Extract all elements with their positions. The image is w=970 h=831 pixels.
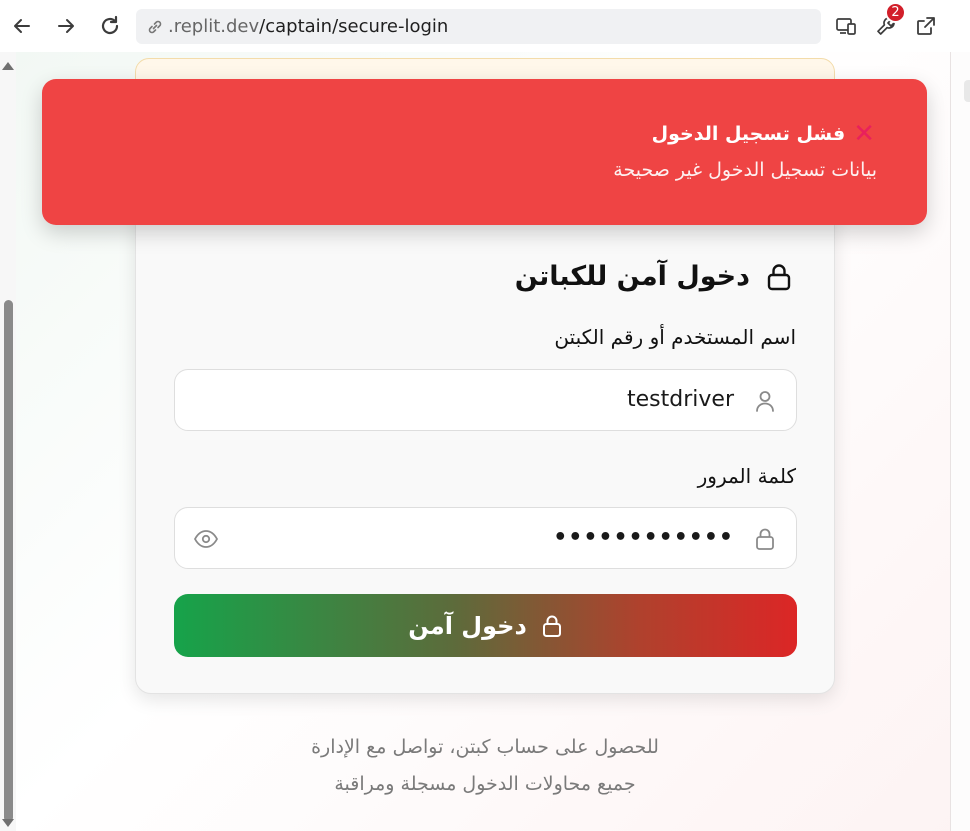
- eye-icon[interactable]: [193, 526, 219, 552]
- scroll-up-arrow-icon[interactable]: [2, 62, 14, 70]
- devices-icon: [836, 18, 856, 35]
- login-title: دخول آمن للكباتن: [515, 261, 794, 292]
- scroll-down-arrow-icon[interactable]: [2, 819, 14, 827]
- device-toolbar-button[interactable]: [830, 10, 862, 42]
- username-label: اسم المستخدم أو رقم الكبتن: [554, 325, 796, 349]
- side-panel-edge: [950, 52, 970, 831]
- extensions-button[interactable]: 2: [870, 2, 906, 42]
- arrow-right-icon: [58, 19, 74, 33]
- button-lock-icon: [542, 615, 561, 637]
- forward-button[interactable]: [50, 10, 82, 42]
- password-lock-icon: [752, 526, 778, 552]
- error-toast: ✕ فشل تسجيل الدخول بيانات تسجيل الدخول غ…: [42, 79, 927, 225]
- reload-button[interactable]: [94, 10, 126, 42]
- browser-toolbar: .replit.dev/captain/secure-login 2: [0, 0, 970, 52]
- reload-icon: [101, 15, 119, 35]
- extension-badge: 2: [885, 2, 906, 23]
- url-path: /captain/secure-login: [259, 16, 449, 37]
- external-link-icon: [917, 17, 935, 35]
- open-new-tab-button[interactable]: [910, 10, 942, 42]
- link-icon: [146, 18, 164, 36]
- vertical-scrollbar[interactable]: [0, 52, 16, 831]
- user-icon: [752, 388, 778, 414]
- side-panel-handle[interactable]: [964, 80, 970, 102]
- url-host: .replit.dev: [168, 16, 260, 37]
- toast-title: ✕ فشل تسجيل الدخول: [652, 121, 875, 147]
- footer-monitor-text: جميع محاولات الدخول مسجلة ومراقبة: [334, 773, 636, 795]
- password-field[interactable]: ••••••••••••: [174, 507, 797, 569]
- password-label: كلمة المرور: [697, 464, 796, 488]
- footer-contact-text: للحصول على حساب كبتن، تواصل مع الإدارة: [311, 736, 659, 758]
- arrow-left-icon: [14, 19, 30, 33]
- login-title-text: دخول آمن للكباتن: [514, 261, 750, 292]
- close-x-icon: ✕: [853, 119, 875, 149]
- toast-description: بيانات تسجيل الدخول غير صحيحة: [613, 159, 877, 181]
- toast-title-text: فشل تسجيل الدخول: [651, 123, 846, 145]
- username-input[interactable]: testdriver: [627, 370, 734, 430]
- back-button[interactable]: [6, 10, 38, 42]
- secure-login-label: دخول آمن: [408, 611, 527, 640]
- password-input[interactable]: ••••••••••••: [553, 508, 734, 568]
- secure-login-button[interactable]: دخول آمن: [174, 594, 797, 657]
- address-bar[interactable]: .replit.dev/captain/secure-login: [136, 9, 821, 44]
- lock-icon: [767, 263, 791, 290]
- username-field[interactable]: testdriver: [174, 369, 797, 431]
